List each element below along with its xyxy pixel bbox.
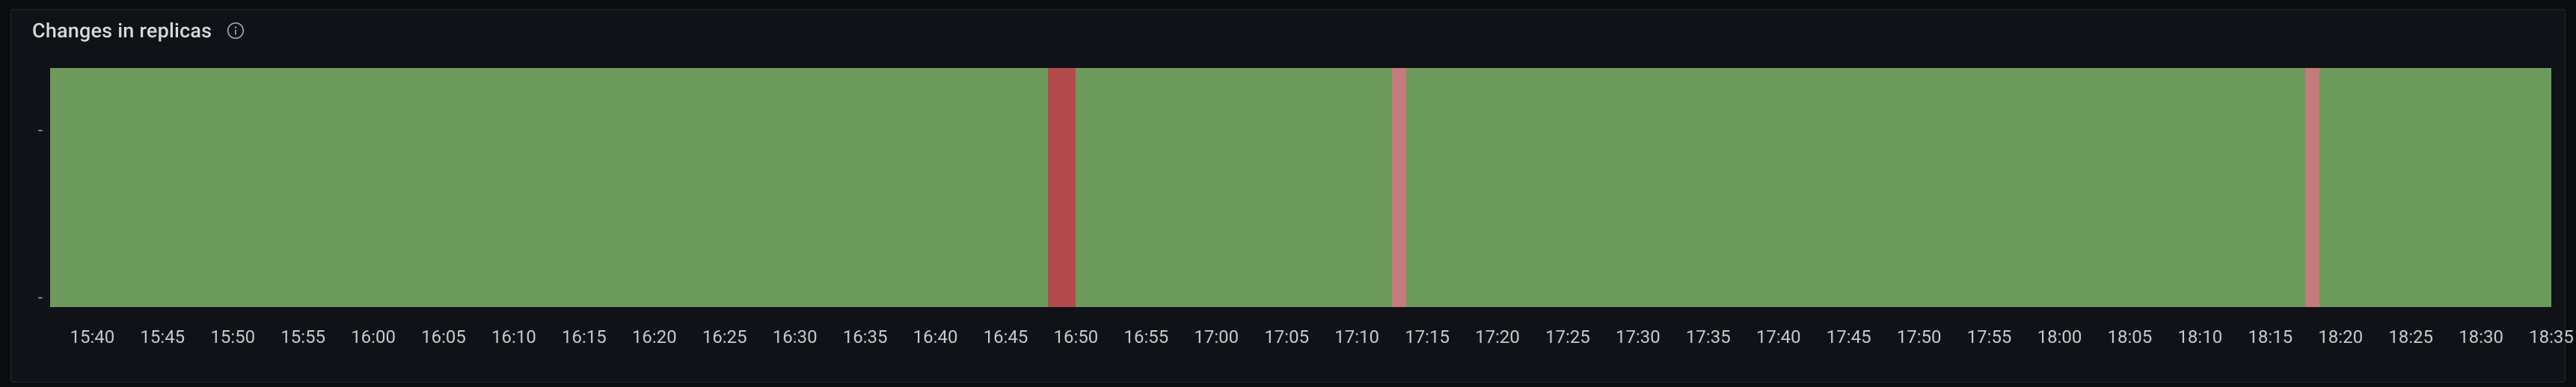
x-axis-tick: 18:00: [2037, 326, 2082, 347]
panel-changes-in-replicas: Changes in replicas -- 15:4015:4515:5015…: [10, 9, 2566, 383]
panel-title: Changes in replicas: [32, 19, 212, 43]
x-axis-tick: 17:30: [1616, 326, 1660, 347]
state-segment-ok: [2319, 68, 2551, 307]
x-axis-tick: 16:45: [984, 326, 1028, 347]
x-axis-tick: 17:20: [1475, 326, 1520, 347]
x-axis-tick: 18:35: [2529, 326, 2574, 347]
x-axis-tick: 16:20: [632, 326, 677, 347]
x-axis-tick: 17:25: [1545, 326, 1590, 347]
x-axis-tick: 16:10: [491, 326, 536, 347]
x-axis-tick: 17:10: [1334, 326, 1379, 347]
state-segment-ok: [1406, 68, 2305, 307]
y-axis-tick: -: [20, 122, 43, 140]
x-axis-tick: 16:30: [773, 326, 818, 347]
x-axis: 15:40 15:45 15:50 15:55 16:00 16:05 16:10 16:15…: [50, 321, 2551, 365]
state-segment-warn: [2305, 68, 2319, 307]
x-axis-tick: 17:55: [1967, 326, 2012, 347]
y-axis: --: [20, 47, 43, 382]
x-axis-tick: 16:15: [562, 326, 607, 347]
x-axis-tick: 17:00: [1194, 326, 1239, 347]
plot-wrap: [50, 68, 2551, 307]
state-segment-ok: [50, 68, 1048, 307]
x-axis-tick: 16:40: [913, 326, 958, 347]
x-axis-tick: 16:05: [421, 326, 466, 347]
x-axis-tick: 17:50: [1897, 326, 1942, 347]
x-axis-tick: 18:20: [2318, 326, 2363, 347]
state-segment-bad: [1048, 68, 1076, 307]
x-axis-tick: 17:40: [1756, 326, 1801, 347]
x-axis-tick: 18:15: [2248, 326, 2293, 347]
state-segment-ok: [1076, 68, 1392, 307]
x-axis-tick: 16:55: [1123, 326, 1168, 347]
x-axis-tick: 16:50: [1054, 326, 1099, 347]
panel-header[interactable]: Changes in replicas: [11, 10, 2565, 47]
x-axis-tick: 17:35: [1686, 326, 1731, 347]
x-axis-tick: 18:30: [2459, 326, 2503, 347]
y-axis-tick: -: [20, 289, 43, 308]
x-axis-tick: 15:50: [210, 326, 255, 347]
x-axis-tick: 17:45: [1827, 326, 1871, 347]
x-axis-tick: 17:15: [1405, 326, 1450, 347]
x-axis-tick: 18:25: [2388, 326, 2433, 347]
x-axis-tick: 18:05: [2108, 326, 2153, 347]
x-axis-tick: 18:10: [2177, 326, 2222, 347]
x-axis-tick: 16:35: [843, 326, 888, 347]
panel-body: -- 15:4015:4515:5015:5516:0016:0516:1016…: [11, 47, 2565, 382]
x-axis-tick: 16:25: [702, 326, 747, 347]
x-axis-tick: 15:45: [140, 326, 185, 347]
x-axis-tick: 16:00: [351, 326, 396, 347]
info-circle-icon[interactable]: [225, 20, 246, 41]
state-segment-warn: [1392, 68, 1406, 307]
x-axis-tick: 17:05: [1264, 326, 1309, 347]
state-timeline-plot[interactable]: [50, 68, 2551, 307]
x-axis-tick: 15:55: [280, 326, 325, 347]
x-axis-tick: 15:40: [70, 326, 114, 347]
